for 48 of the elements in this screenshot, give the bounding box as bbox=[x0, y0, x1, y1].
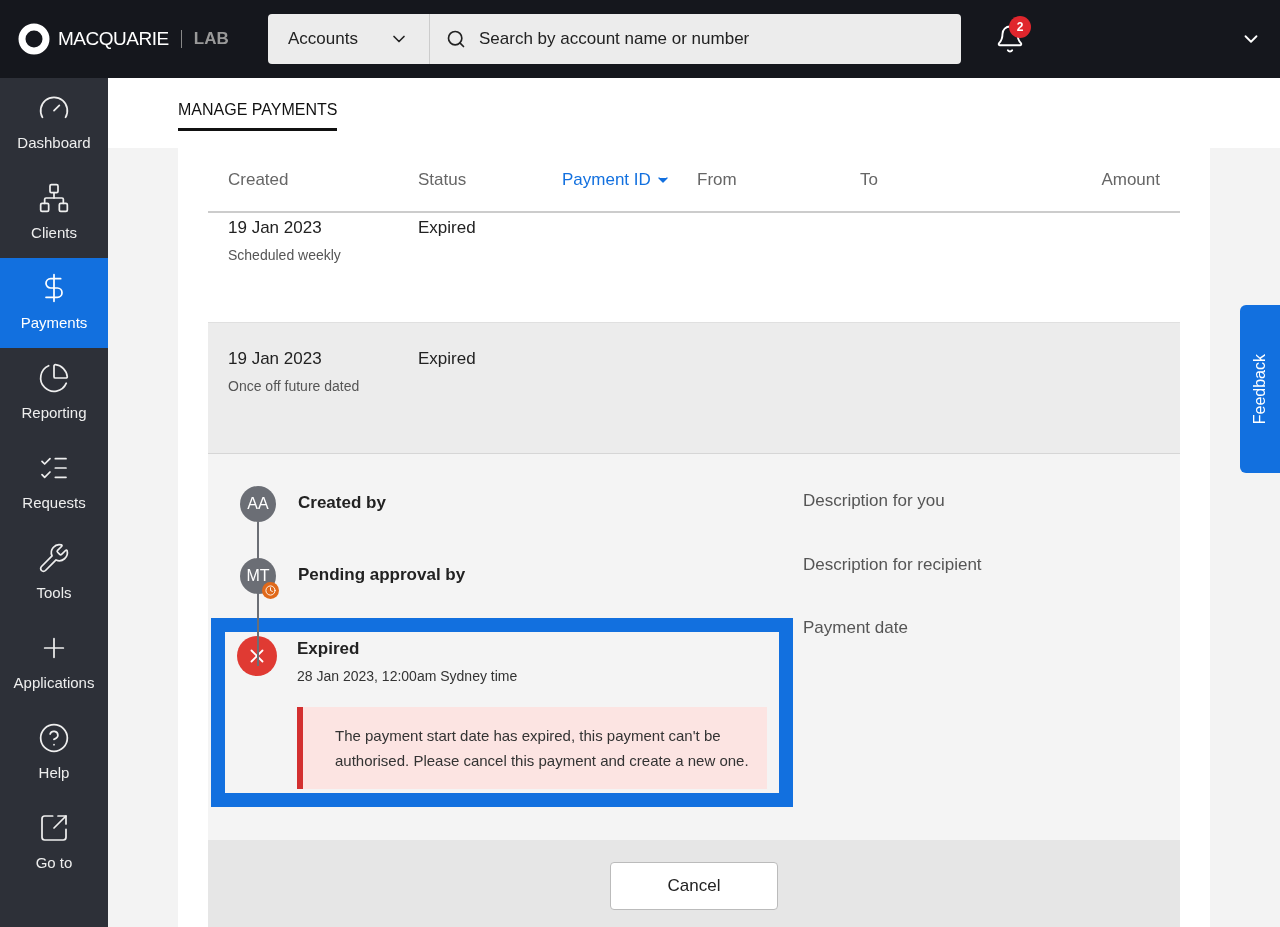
status-text: Expired bbox=[418, 217, 476, 239]
sidebar-item[interactable]: Tools bbox=[0, 528, 108, 618]
field-label: Description for recipient bbox=[803, 553, 982, 576]
sidebar-item[interactable]: Applications bbox=[0, 618, 108, 708]
page-tab[interactable]: MANAGE PAYMENTS bbox=[178, 98, 338, 131]
column-header[interactable]: Payment ID bbox=[562, 166, 671, 193]
logo-icon bbox=[18, 23, 50, 55]
error-icon bbox=[237, 636, 277, 676]
cancel-button[interactable]: Cancel bbox=[610, 862, 778, 910]
sidebar-item[interactable]: Clients bbox=[0, 168, 108, 258]
avatar: AA bbox=[240, 486, 276, 522]
sidebar-item[interactable]: Requests bbox=[0, 438, 108, 528]
help-icon bbox=[38, 721, 70, 754]
column-header[interactable]: Created bbox=[228, 166, 289, 193]
error-message: The payment start date has expired, this payment can't be authorised. Please cancel this payment and create a new one. bbox=[297, 706, 767, 789]
feedback-tab[interactable]: Feedback bbox=[1240, 305, 1280, 473]
search-icon bbox=[446, 29, 466, 49]
column-header[interactable]: Status bbox=[418, 166, 467, 193]
pie-chart-icon bbox=[38, 361, 70, 394]
schedule-text: Scheduled weekly bbox=[228, 245, 342, 265]
sidebar-item[interactable]: Dashboard bbox=[0, 78, 108, 168]
timeline-time: 28 Jan 2023, 12:00am Sydney time bbox=[297, 666, 518, 686]
created-date: 19 Jan 2023 bbox=[228, 348, 323, 370]
column-header[interactable]: Amount bbox=[1101, 166, 1160, 193]
created-date: 19 Jan 2023 bbox=[228, 217, 323, 239]
account-type-dropdown[interactable]: Accounts bbox=[268, 14, 430, 64]
field-label: Description for you bbox=[803, 490, 946, 512]
timeline-label: Created by bbox=[298, 492, 386, 514]
column-header[interactable]: To bbox=[860, 166, 878, 193]
field-label: Payment date bbox=[803, 617, 909, 639]
hierarchy-icon bbox=[38, 181, 70, 214]
sidebar-item[interactable]: Go to bbox=[0, 798, 108, 888]
column-header[interactable]: From bbox=[697, 166, 737, 193]
search-field[interactable]: Search by account name or number bbox=[430, 14, 961, 64]
sidebar-item[interactable]: Payments bbox=[0, 258, 108, 348]
notification-badge: 2 bbox=[1009, 16, 1031, 38]
schedule-text: Once off future dated bbox=[228, 376, 361, 396]
logo-suffix: LAB bbox=[193, 28, 229, 51]
status-text: Expired bbox=[418, 348, 476, 370]
timeline-label: Expired bbox=[297, 638, 361, 660]
bell-icon[interactable] bbox=[995, 24, 1025, 54]
logo-text: MACQUARIE bbox=[58, 26, 169, 51]
payment-row[interactable]: 19 Jan 2023 Once off future dated Expired bbox=[208, 323, 1180, 454]
sidebar-item[interactable]: Help bbox=[0, 708, 108, 798]
timeline-label: Pending approval by bbox=[298, 564, 466, 586]
sidebar-item[interactable]: Reporting bbox=[0, 348, 108, 438]
wrench-icon bbox=[38, 541, 70, 574]
avatar: MT bbox=[240, 558, 276, 594]
